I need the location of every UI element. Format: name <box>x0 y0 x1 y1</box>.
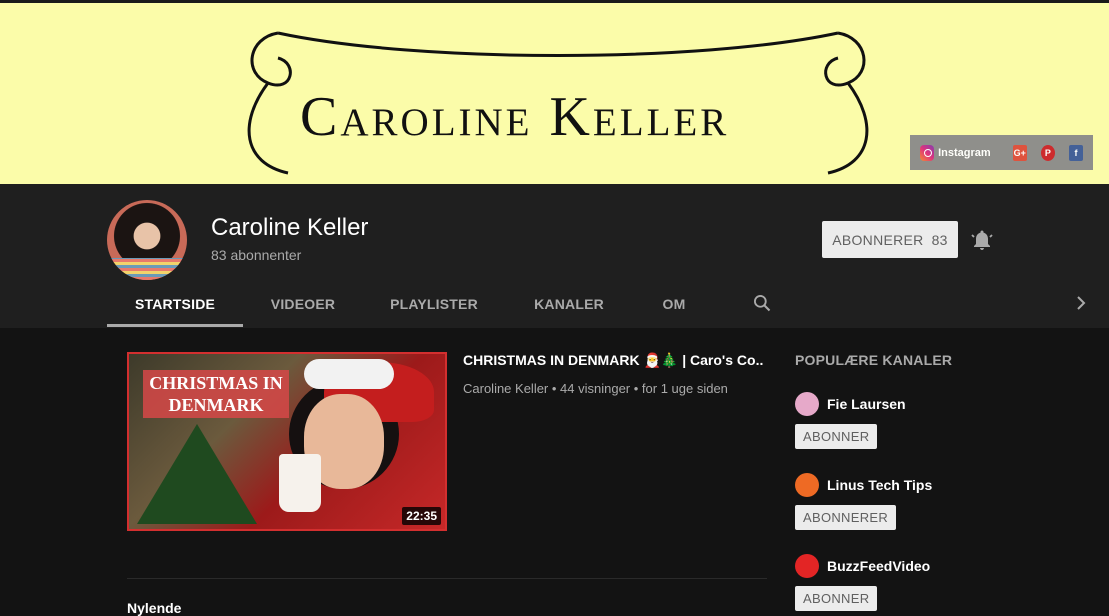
channel-avatar-small[interactable] <box>795 473 819 497</box>
santa-hat-fur <box>304 359 394 389</box>
tab-kanaler[interactable]: KANALER <box>505 284 633 324</box>
social-links: Instagram G+ P f <box>910 135 1093 170</box>
next-section-title: Nylende <box>127 600 182 616</box>
popular-channel-name[interactable]: Linus Tech Tips <box>827 477 932 493</box>
subscribe-label: ABONNERER <box>832 231 924 248</box>
section-divider <box>127 578 767 579</box>
channel-avatar-small[interactable] <box>795 392 819 416</box>
search-icon[interactable] <box>752 293 772 313</box>
popular-channel-item: Linus Tech Tips ABONNERER <box>795 473 932 530</box>
featured-video-title[interactable]: CHRISTMAS IN DENMARK 🎅🎄 | Caro's Co... <box>463 352 763 369</box>
subscribe-button[interactable]: ABONNER <box>795 586 878 611</box>
banner-title: Caroline Keller <box>300 86 730 148</box>
chevron-right-icon[interactable] <box>1073 294 1089 312</box>
thumb-mug <box>279 454 321 512</box>
popular-channel-name[interactable]: Fie Laursen <box>827 396 906 412</box>
featured-video-thumbnail[interactable]: CHRISTMAS IN DENMARK 22:35 <box>127 352 447 531</box>
thumbnail-title-text: CHRISTMAS IN DENMARK <box>143 370 289 418</box>
instagram-icon[interactable] <box>920 144 935 161</box>
channel-avatar[interactable] <box>107 200 187 280</box>
subscriber-count: 83 abonnenter <box>211 247 302 263</box>
tab-startside[interactable]: STARTSIDE <box>107 284 243 327</box>
video-duration: 22:35 <box>402 507 441 525</box>
popular-channel-item: Fie Laursen ABONNER <box>795 392 906 449</box>
subscribe-button[interactable]: ABONNER <box>795 424 878 449</box>
subscribe-button[interactable]: ABONNERER 83 <box>822 221 958 258</box>
channel-banner: Caroline Keller Instagram G+ P f <box>0 0 1109 184</box>
google-plus-icon[interactable]: G+ <box>1012 144 1027 161</box>
pinterest-icon[interactable]: P <box>1040 144 1055 161</box>
facebook-icon[interactable]: f <box>1068 144 1084 161</box>
popular-channels-title: POPULÆRE KANALER <box>795 352 953 368</box>
christmas-tree <box>137 424 257 524</box>
featured-video-meta: Caroline Keller • 44 visninger • for 1 u… <box>463 381 728 396</box>
popular-channel-name[interactable]: BuzzFeedVideo <box>827 558 930 574</box>
subscribe-count: 83 <box>931 231 948 248</box>
tab-videoer[interactable]: VIDEOER <box>243 284 363 324</box>
channel-tabs: STARTSIDE VIDEOER PLAYLISTER KANALER OM <box>107 284 715 327</box>
channel-avatar-small[interactable] <box>795 554 819 578</box>
instagram-link[interactable]: Instagram <box>938 147 991 159</box>
tab-om[interactable]: OM <box>633 284 715 324</box>
subscribe-button[interactable]: ABONNERER <box>795 505 897 530</box>
notification-bell-icon[interactable] <box>970 228 994 252</box>
channel-name: Caroline Keller <box>211 214 369 241</box>
tab-playlister[interactable]: PLAYLISTER <box>363 284 505 324</box>
avatar-shirt <box>107 258 187 280</box>
popular-channel-item: BuzzFeedVideo ABONNER <box>795 554 930 611</box>
